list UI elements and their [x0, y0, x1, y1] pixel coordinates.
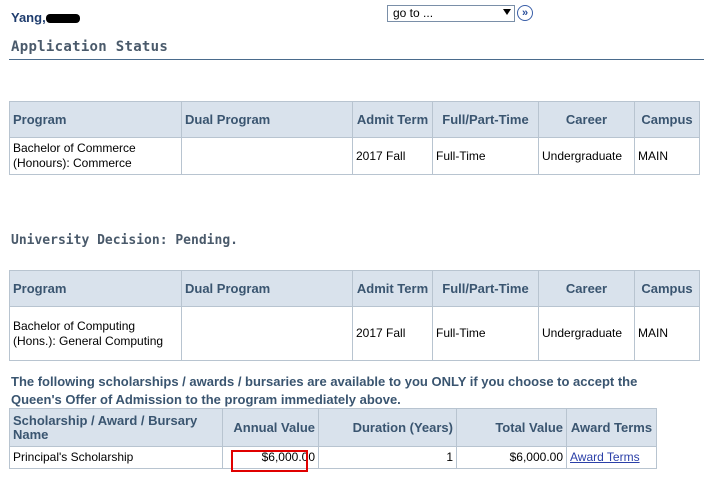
- cell-campus: MAIN: [634, 137, 700, 175]
- cell-full-part-time: Full-Time: [432, 137, 539, 175]
- col-program: Program: [9, 270, 182, 307]
- col-admit-term: Admit Term: [352, 101, 433, 138]
- cell-total-value: $6,000.00: [456, 446, 567, 469]
- col-career: Career: [538, 270, 635, 307]
- title-divider: [9, 59, 704, 60]
- cell-dual-program: [181, 137, 353, 175]
- table-row: Principal's Scholarship $6,000.00 1 $6,0…: [9, 446, 657, 469]
- col-program: Program: [9, 101, 182, 138]
- chevron-down-icon: [503, 9, 511, 15]
- cell-scholarship-name: Principal's Scholarship: [9, 446, 223, 469]
- cell-career: Undergraduate: [538, 306, 635, 361]
- table-header-row: Program Dual Program Admit Term Full/Par…: [9, 101, 700, 138]
- decision-table: Program Dual Program Admit Term Full/Par…: [9, 270, 700, 361]
- redacted-name: [45, 14, 80, 24]
- table-header-row: Scholarship / Award / Bursary Name Annua…: [9, 408, 657, 447]
- page-title: Application Status: [11, 39, 169, 55]
- col-dual-program: Dual Program: [181, 101, 353, 138]
- col-duration: Duration (Years): [318, 408, 457, 447]
- cell-career: Undergraduate: [538, 137, 635, 175]
- col-full-part-time: Full/Part-Time: [432, 270, 539, 307]
- col-dual-program: Dual Program: [181, 270, 353, 307]
- cell-duration: 1: [318, 446, 457, 469]
- goto-button[interactable]: »: [517, 5, 533, 21]
- col-campus: Campus: [634, 270, 700, 307]
- cell-full-part-time: Full-Time: [432, 306, 539, 361]
- col-annual-value: Annual Value: [222, 408, 319, 447]
- cell-annual-value: $6,000.00: [222, 446, 319, 469]
- cell-program: Bachelor of Commerce (Honours): Commerce: [9, 137, 182, 175]
- col-admit-term: Admit Term: [352, 270, 433, 307]
- cell-admit-term: 2017 Fall: [352, 137, 433, 175]
- table-row: Bachelor of Commerce (Honours): Commerce…: [9, 137, 700, 175]
- col-scholarship-name: Scholarship / Award / Bursary Name: [9, 408, 223, 447]
- cell-campus: MAIN: [634, 306, 700, 361]
- scholarship-table: Scholarship / Award / Bursary Name Annua…: [9, 408, 657, 469]
- award-terms-link[interactable]: Award Terms: [570, 450, 640, 464]
- col-full-part-time: Full/Part-Time: [432, 101, 539, 138]
- cell-award-terms: Award Terms: [566, 446, 657, 469]
- table-row: Bachelor of Computing (Hons.): General C…: [9, 306, 700, 361]
- scholarship-notice: The following scholarships / awards / bu…: [11, 374, 638, 407]
- cell-dual-program: [181, 306, 353, 361]
- col-campus: Campus: [634, 101, 700, 138]
- student-name: Yang,: [11, 10, 80, 25]
- cell-admit-term: 2017 Fall: [352, 306, 433, 361]
- col-career: Career: [538, 101, 635, 138]
- decision-heading: University Decision: Pending.: [11, 233, 238, 248]
- cell-program: Bachelor of Computing (Hons.): General C…: [9, 306, 182, 361]
- goto-select-value: go to ...: [393, 6, 434, 20]
- goto-select[interactable]: go to ...: [387, 5, 515, 22]
- col-total-value: Total Value: [456, 408, 567, 447]
- application-table: Program Dual Program Admit Term Full/Par…: [9, 101, 700, 175]
- table-header-row: Program Dual Program Admit Term Full/Par…: [9, 270, 700, 307]
- col-award-terms: Award Terms: [566, 408, 657, 447]
